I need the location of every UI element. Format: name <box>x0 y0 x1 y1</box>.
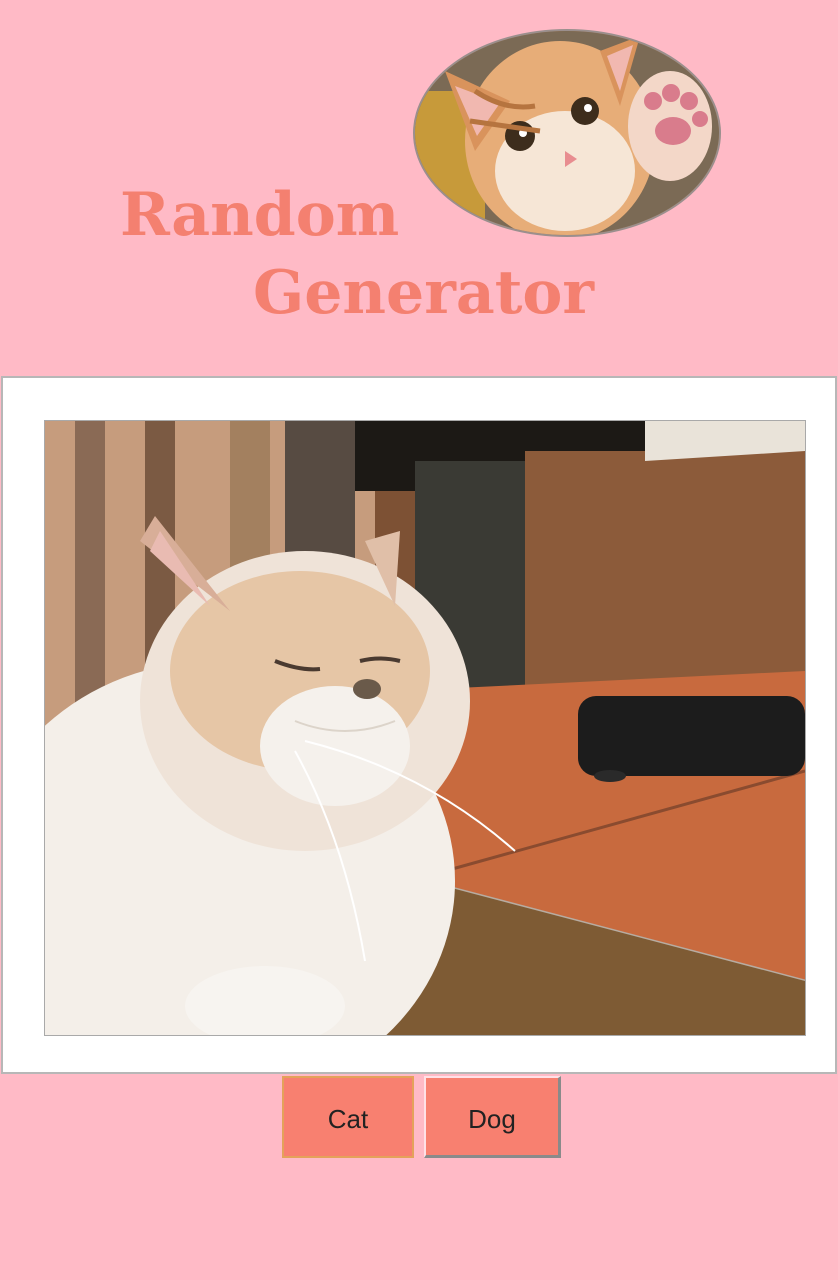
dog-button[interactable]: Dog <box>424 1076 561 1158</box>
page-title-line-1: Random <box>120 180 400 250</box>
cat-avatar-image <box>413 29 721 237</box>
cat-photo-icon <box>45 421 805 1035</box>
cat-avatar-icon <box>415 31 719 235</box>
random-cat-photo <box>44 420 806 1036</box>
header: Random Generator <box>0 0 838 376</box>
page-title-line-2: Generator <box>253 258 595 328</box>
cat-button[interactable]: Cat <box>282 1076 414 1158</box>
